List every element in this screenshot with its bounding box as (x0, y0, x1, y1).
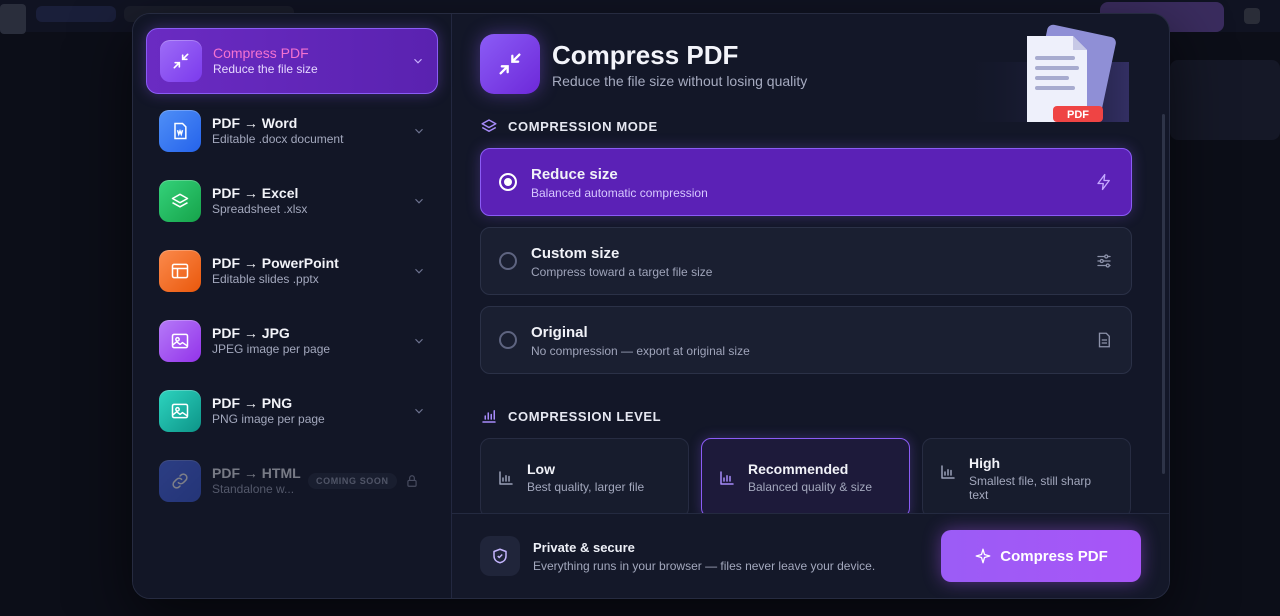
bar-chart-icon (482, 410, 496, 423)
mode-option-desc: Compress toward a target file size (531, 264, 713, 279)
level-option-high[interactable]: High Smallest file, still sharp text (922, 438, 1131, 518)
level-option-title: Low (527, 461, 555, 477)
bolt-icon (1097, 173, 1110, 191)
sidebar-item-label: Compress PDF (213, 45, 309, 61)
sidebar-item-desc: Spreadsheet .xlsx (212, 202, 308, 216)
layers-icon (159, 180, 201, 222)
level-option-desc: Best quality, larger file (527, 480, 645, 494)
sidebar-item-pdf-to-jpg[interactable]: PDF → JPG JPEG image per page (146, 308, 438, 374)
tool-modal: Compress PDF Reduce the file size PDF → … (132, 13, 1170, 599)
pdf-document-illustration: PDF (959, 24, 1129, 122)
tool-sidebar: Compress PDF Reduce the file size PDF → … (133, 14, 452, 598)
sidebar-item-desc: Editable slides .pptx (212, 272, 319, 286)
radio-button[interactable] (499, 173, 517, 191)
sparkle-icon (975, 548, 991, 564)
bar-chart-icon (720, 471, 734, 485)
chevron-down-icon (415, 408, 423, 414)
word-doc-icon (159, 110, 201, 152)
page-title: Compress PDF (552, 40, 739, 70)
privacy-desc: Everything runs in your browser — files … (533, 558, 876, 573)
bar-chart-icon (941, 465, 955, 479)
section-label-text: COMPRESSION LEVEL (508, 408, 662, 424)
background-logo (0, 4, 26, 34)
chevron-down-icon (415, 198, 423, 204)
mode-option-custom-size[interactable]: Custom size Compress toward a target fil… (480, 227, 1132, 295)
mode-option-desc: Balanced automatic compression (531, 185, 708, 200)
compression-mode-label: COMPRESSION MODE (480, 117, 658, 135)
coming-soon-badge: COMING SOON (308, 473, 397, 489)
sidebar-item-compress-pdf[interactable]: Compress PDF Reduce the file size (146, 28, 438, 94)
tool-header: Compress PDF Reduce the file size withou… (480, 34, 807, 94)
sidebar-item-label: PDF → Word (212, 115, 298, 131)
lock-icon (406, 475, 417, 487)
sidebar-item-label: PDF → JPG (212, 325, 290, 341)
tool-main-panel: Compress PDF Reduce the file size withou… (452, 14, 1169, 598)
mode-option-original[interactable]: Original No compression — export at orig… (480, 306, 1132, 374)
sliders-icon (1097, 254, 1111, 268)
level-option-desc: Smallest file, still sharp text (969, 474, 1092, 502)
level-option-title: High (969, 455, 1001, 471)
sidebar-item-label: PDF → HTML (212, 465, 301, 481)
sidebar-item-label: PDF → PNG (212, 395, 293, 411)
chevron-down-icon (415, 338, 423, 344)
mode-option-title: Reduce size (531, 165, 618, 183)
slides-icon (159, 250, 201, 292)
bar-chart-icon (499, 471, 513, 485)
sidebar-item-label: PDF → Excel (212, 185, 299, 201)
radio-button[interactable] (499, 252, 517, 270)
section-label-text: COMPRESSION MODE (508, 118, 658, 134)
mode-option-title: Original (531, 323, 588, 341)
background-nav-item (36, 6, 116, 22)
level-option-title: Recommended (748, 461, 849, 477)
sidebar-item-pdf-to-excel[interactable]: PDF → Excel Spreadsheet .xlsx (146, 168, 438, 234)
compress-pdf-button-label: Compress PDF (1000, 547, 1108, 565)
level-option-desc: Balanced quality & size (748, 480, 873, 494)
sidebar-item-desc: JPEG image per page (212, 342, 331, 356)
sidebar-item-desc: PNG image per page (212, 412, 325, 426)
chevron-down-icon (415, 128, 423, 134)
sidebar-item-pdf-to-html: PDF → HTML Standalone w... COMING SOON (146, 448, 438, 514)
compress-icon (160, 40, 202, 82)
tool-footer: Private & secure Everything runs in your… (452, 513, 1169, 598)
compress-icon (480, 34, 540, 94)
privacy-title: Private & secure (533, 539, 635, 555)
sidebar-item-label: PDF → PowerPoint (212, 255, 339, 271)
background-panel (1170, 60, 1280, 140)
compression-level-label: COMPRESSION LEVEL (480, 407, 661, 425)
mode-option-desc: No compression — export at original size (531, 343, 750, 358)
chevron-down-icon (415, 268, 423, 274)
compression-level-options: Low Best quality, larger file Recommende… (480, 438, 1131, 518)
image-icon (159, 390, 201, 432)
sidebar-item-pdf-to-png[interactable]: PDF → PNG PNG image per page (146, 378, 438, 444)
file-icon (1098, 332, 1110, 348)
sidebar-item-desc: Standalone w... (212, 482, 295, 496)
sidebar-item-desc: Editable .docx document (212, 132, 344, 146)
image-icon (159, 320, 201, 362)
link-icon (159, 460, 201, 502)
layers-icon (481, 119, 497, 132)
pdf-badge-label: PDF (1067, 109, 1089, 121)
chevron-down-icon (414, 58, 422, 64)
level-option-low[interactable]: Low Best quality, larger file (480, 438, 689, 518)
background-icon (1244, 8, 1260, 24)
page-subtitle: Reduce the file size without losing qual… (552, 73, 808, 89)
scrollbar[interactable] (1162, 114, 1165, 474)
compress-pdf-button[interactable]: Compress PDF (941, 530, 1141, 582)
mode-option-reduce-size[interactable]: Reduce size Balanced automatic compressi… (480, 148, 1132, 216)
radio-button[interactable] (499, 331, 517, 349)
sidebar-item-pdf-to-word[interactable]: PDF → Word Editable .docx document (146, 98, 438, 164)
mode-option-title: Custom size (531, 244, 620, 262)
sidebar-item-pdf-to-powerpoint[interactable]: PDF → PowerPoint Editable slides .pptx (146, 238, 438, 304)
shield-icon (480, 536, 520, 576)
level-option-recommended[interactable]: Recommended Balanced quality & size (701, 438, 910, 518)
sidebar-item-desc: Reduce the file size (213, 62, 318, 76)
